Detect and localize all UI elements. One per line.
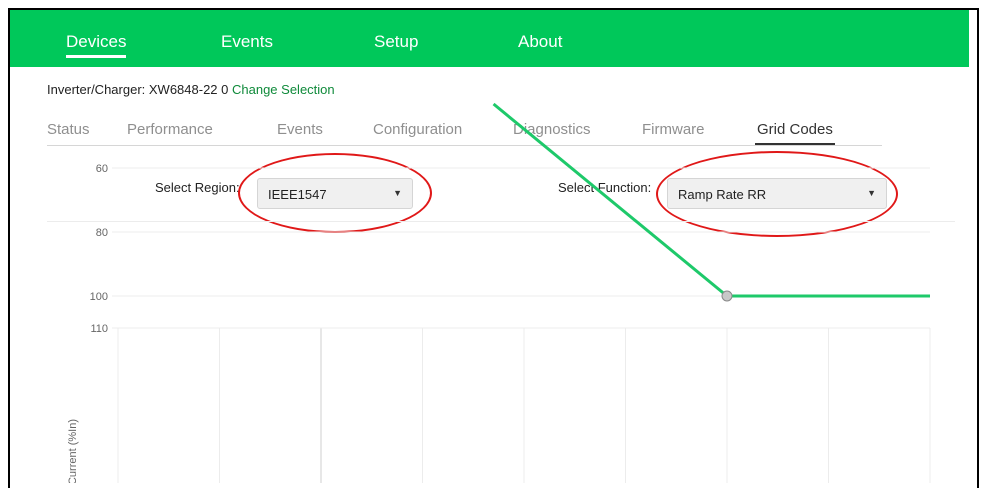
chart-y-ticks: 60 80 100 110 (90, 163, 108, 335)
y-tick-label: 110 (90, 323, 108, 335)
ramp-rate-chart: 60 80 100 110 Current (%In) (67, 102, 931, 483)
chart-markers (721, 290, 733, 302)
y-tick-label: 60 (96, 163, 108, 175)
y-axis-title: Current (%In) (67, 419, 79, 483)
y-tick-label: 80 (96, 227, 108, 239)
chart-vertical-gridlines (117, 328, 931, 483)
y-tick-label: 100 (90, 291, 108, 303)
data-point-marker[interactable] (721, 290, 733, 302)
series-line (492, 102, 930, 298)
chart-horizontal-gridlines (112, 167, 930, 329)
